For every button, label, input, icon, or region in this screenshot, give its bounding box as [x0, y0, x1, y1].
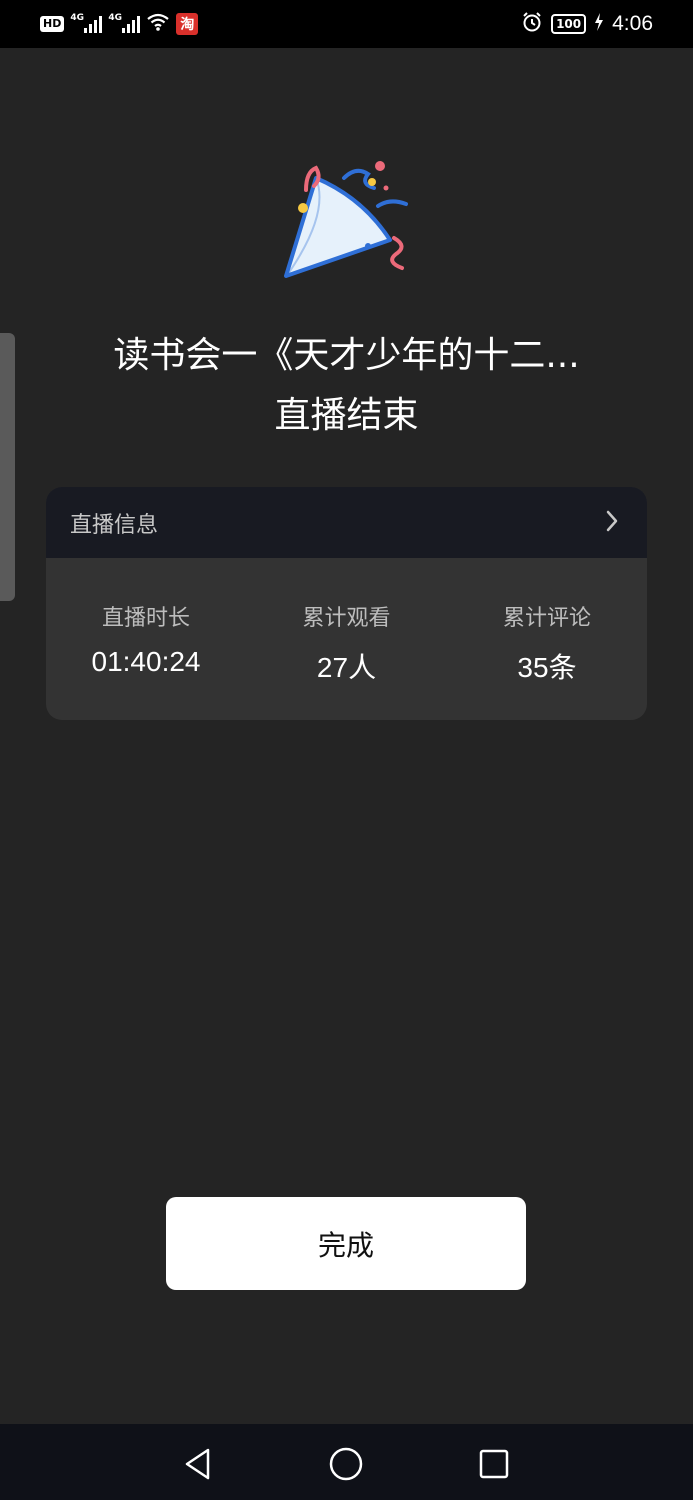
signal-label: 4G: [108, 13, 122, 23]
chevron-right-icon: [605, 510, 619, 536]
live-info-card: 直播信息 直播时长 01:40:24 累计观看 27人 累计评论 35条: [46, 487, 647, 720]
charging-icon: [594, 13, 604, 35]
battery-indicator: 100: [551, 14, 587, 34]
recents-square-icon[interactable]: [474, 1444, 514, 1484]
live-info-label: 直播信息: [70, 512, 159, 538]
stat-label: 累计观看: [302, 606, 391, 631]
done-button[interactable]: 完成: [166, 1197, 526, 1290]
status-bar: HD 4G 4G 淘 100 4:06: [0, 0, 693, 48]
party-popper-icon: [278, 158, 418, 288]
status-time: 4:06: [612, 12, 653, 35]
live-title: 读书会一《天才少年的十二...: [113, 335, 580, 376]
stat-value: 27人: [316, 652, 377, 683]
signal-icon: 4G: [70, 13, 103, 33]
status-left-group: HD 4G 4G 淘: [40, 10, 199, 38]
system-nav-bar: [0, 1424, 693, 1500]
alarm-icon: [521, 11, 543, 37]
taobao-app-icon: 淘: [176, 13, 199, 35]
live-info-header[interactable]: 直播信息: [46, 487, 647, 558]
signal-icon: 4G: [108, 13, 141, 33]
signal-label: 4G: [70, 13, 84, 23]
stat-value: 35条: [517, 652, 577, 683]
back-triangle-icon[interactable]: [178, 1444, 218, 1484]
stat-label: 累计评论: [502, 606, 591, 631]
home-circle-icon[interactable]: [326, 1444, 366, 1484]
stat-label: 直播时长: [101, 606, 190, 631]
hd-badge: HD: [40, 16, 65, 32]
status-right-group: 100 4:06: [521, 10, 653, 38]
stat-value: 01:40:24: [91, 646, 201, 677]
live-ended-screen: HD 4G 4G 淘 100 4:06 读书会一《天才少年的十二... 直播结束…: [0, 0, 693, 1500]
stat-comments: 累计评论 35条: [447, 558, 647, 686]
stat-viewers: 累计观看 27人: [247, 558, 447, 686]
wifi-icon: [146, 12, 170, 36]
live-stats: 直播时长 01:40:24 累计观看 27人 累计评论 35条: [46, 558, 647, 686]
live-ended-heading: 直播结束: [274, 395, 419, 436]
stat-duration: 直播时长 01:40:24: [46, 558, 246, 686]
